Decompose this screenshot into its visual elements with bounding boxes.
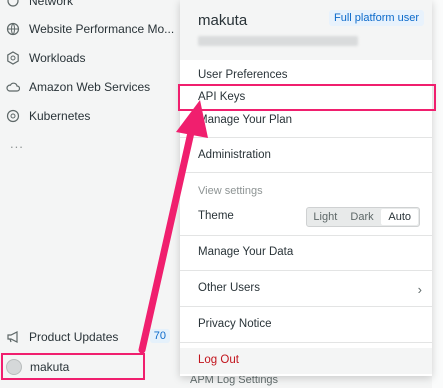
background-strip [432, 0, 443, 388]
theme-option-dark[interactable]: Dark [344, 208, 381, 226]
menu-item-manage-plan[interactable]: Manage Your Plan [198, 114, 292, 126]
globe-icon [6, 22, 20, 36]
product-updates-item[interactable]: Product Updates 70 [6, 326, 170, 348]
hexagon-icon [6, 51, 20, 65]
kubernetes-icon [6, 109, 20, 123]
divider [180, 137, 432, 138]
sidebar-item-label: Workloads [29, 51, 86, 65]
sidebar-item-label: Amazon Web Services [29, 80, 151, 94]
network-icon [6, 0, 20, 8]
sidebar-item-kubernetes[interactable]: Kubernetes [6, 105, 90, 127]
sidebar-item-aws[interactable]: Amazon Web Services [6, 76, 150, 98]
menu-item-other-users[interactable]: Other Users [198, 282, 260, 294]
sidebar-more[interactable]: ... [10, 136, 24, 151]
apm-log-settings-item[interactable]: APM Log Settings [180, 376, 432, 388]
cloud-icon [6, 80, 20, 94]
theme-option-light[interactable]: Light [307, 208, 344, 226]
divider [180, 306, 432, 307]
menu-user-name: makuta [198, 12, 248, 29]
sidebar-item-network[interactable]: Network [6, 0, 73, 12]
menu-header: makuta Full platform user [180, 0, 432, 60]
menu-item-log-out[interactable]: Log Out [198, 354, 239, 366]
product-updates-count: 70 [149, 329, 170, 343]
apm-log-settings-label: APM Log Settings [190, 376, 279, 386]
divider [180, 235, 432, 236]
divider [180, 172, 432, 173]
sidebar-item-label: Network [29, 0, 74, 8]
sidebar-item-label: Website Performance Mo... [29, 22, 175, 36]
menu-item-manage-data[interactable]: Manage Your Data [198, 246, 293, 258]
platform-badge: Full platform user [329, 10, 424, 26]
sidebar-item-label: Kubernetes [29, 109, 91, 123]
menu-item-privacy-notice[interactable]: Privacy Notice [198, 318, 272, 330]
theme-label: Theme [198, 210, 234, 222]
sidebar-item-website-performance[interactable]: Website Performance Mo... [6, 18, 174, 40]
menu-item-administration[interactable]: Administration [198, 149, 271, 161]
user-highlight-box [1, 353, 145, 380]
theme-option-auto[interactable]: Auto [381, 209, 419, 225]
user-dropdown-menu: makuta Full platform user User Preferenc… [180, 0, 432, 376]
menu-item-user-preferences[interactable]: User Preferences [198, 69, 287, 81]
sidebar: Network Website Performance Mo... Worklo… [0, 0, 180, 388]
theme-toggle: Light Dark Auto [306, 207, 420, 227]
divider [180, 270, 432, 271]
chevron-right-icon: › [417, 282, 422, 297]
api-keys-highlight-box [178, 84, 436, 111]
product-updates-label: Product Updates [29, 330, 119, 344]
view-settings-label: View settings [198, 185, 263, 197]
divider [180, 342, 432, 343]
menu-user-email-redacted [198, 36, 358, 46]
megaphone-icon [6, 330, 20, 344]
sidebar-item-workloads[interactable]: Workloads [6, 47, 85, 69]
